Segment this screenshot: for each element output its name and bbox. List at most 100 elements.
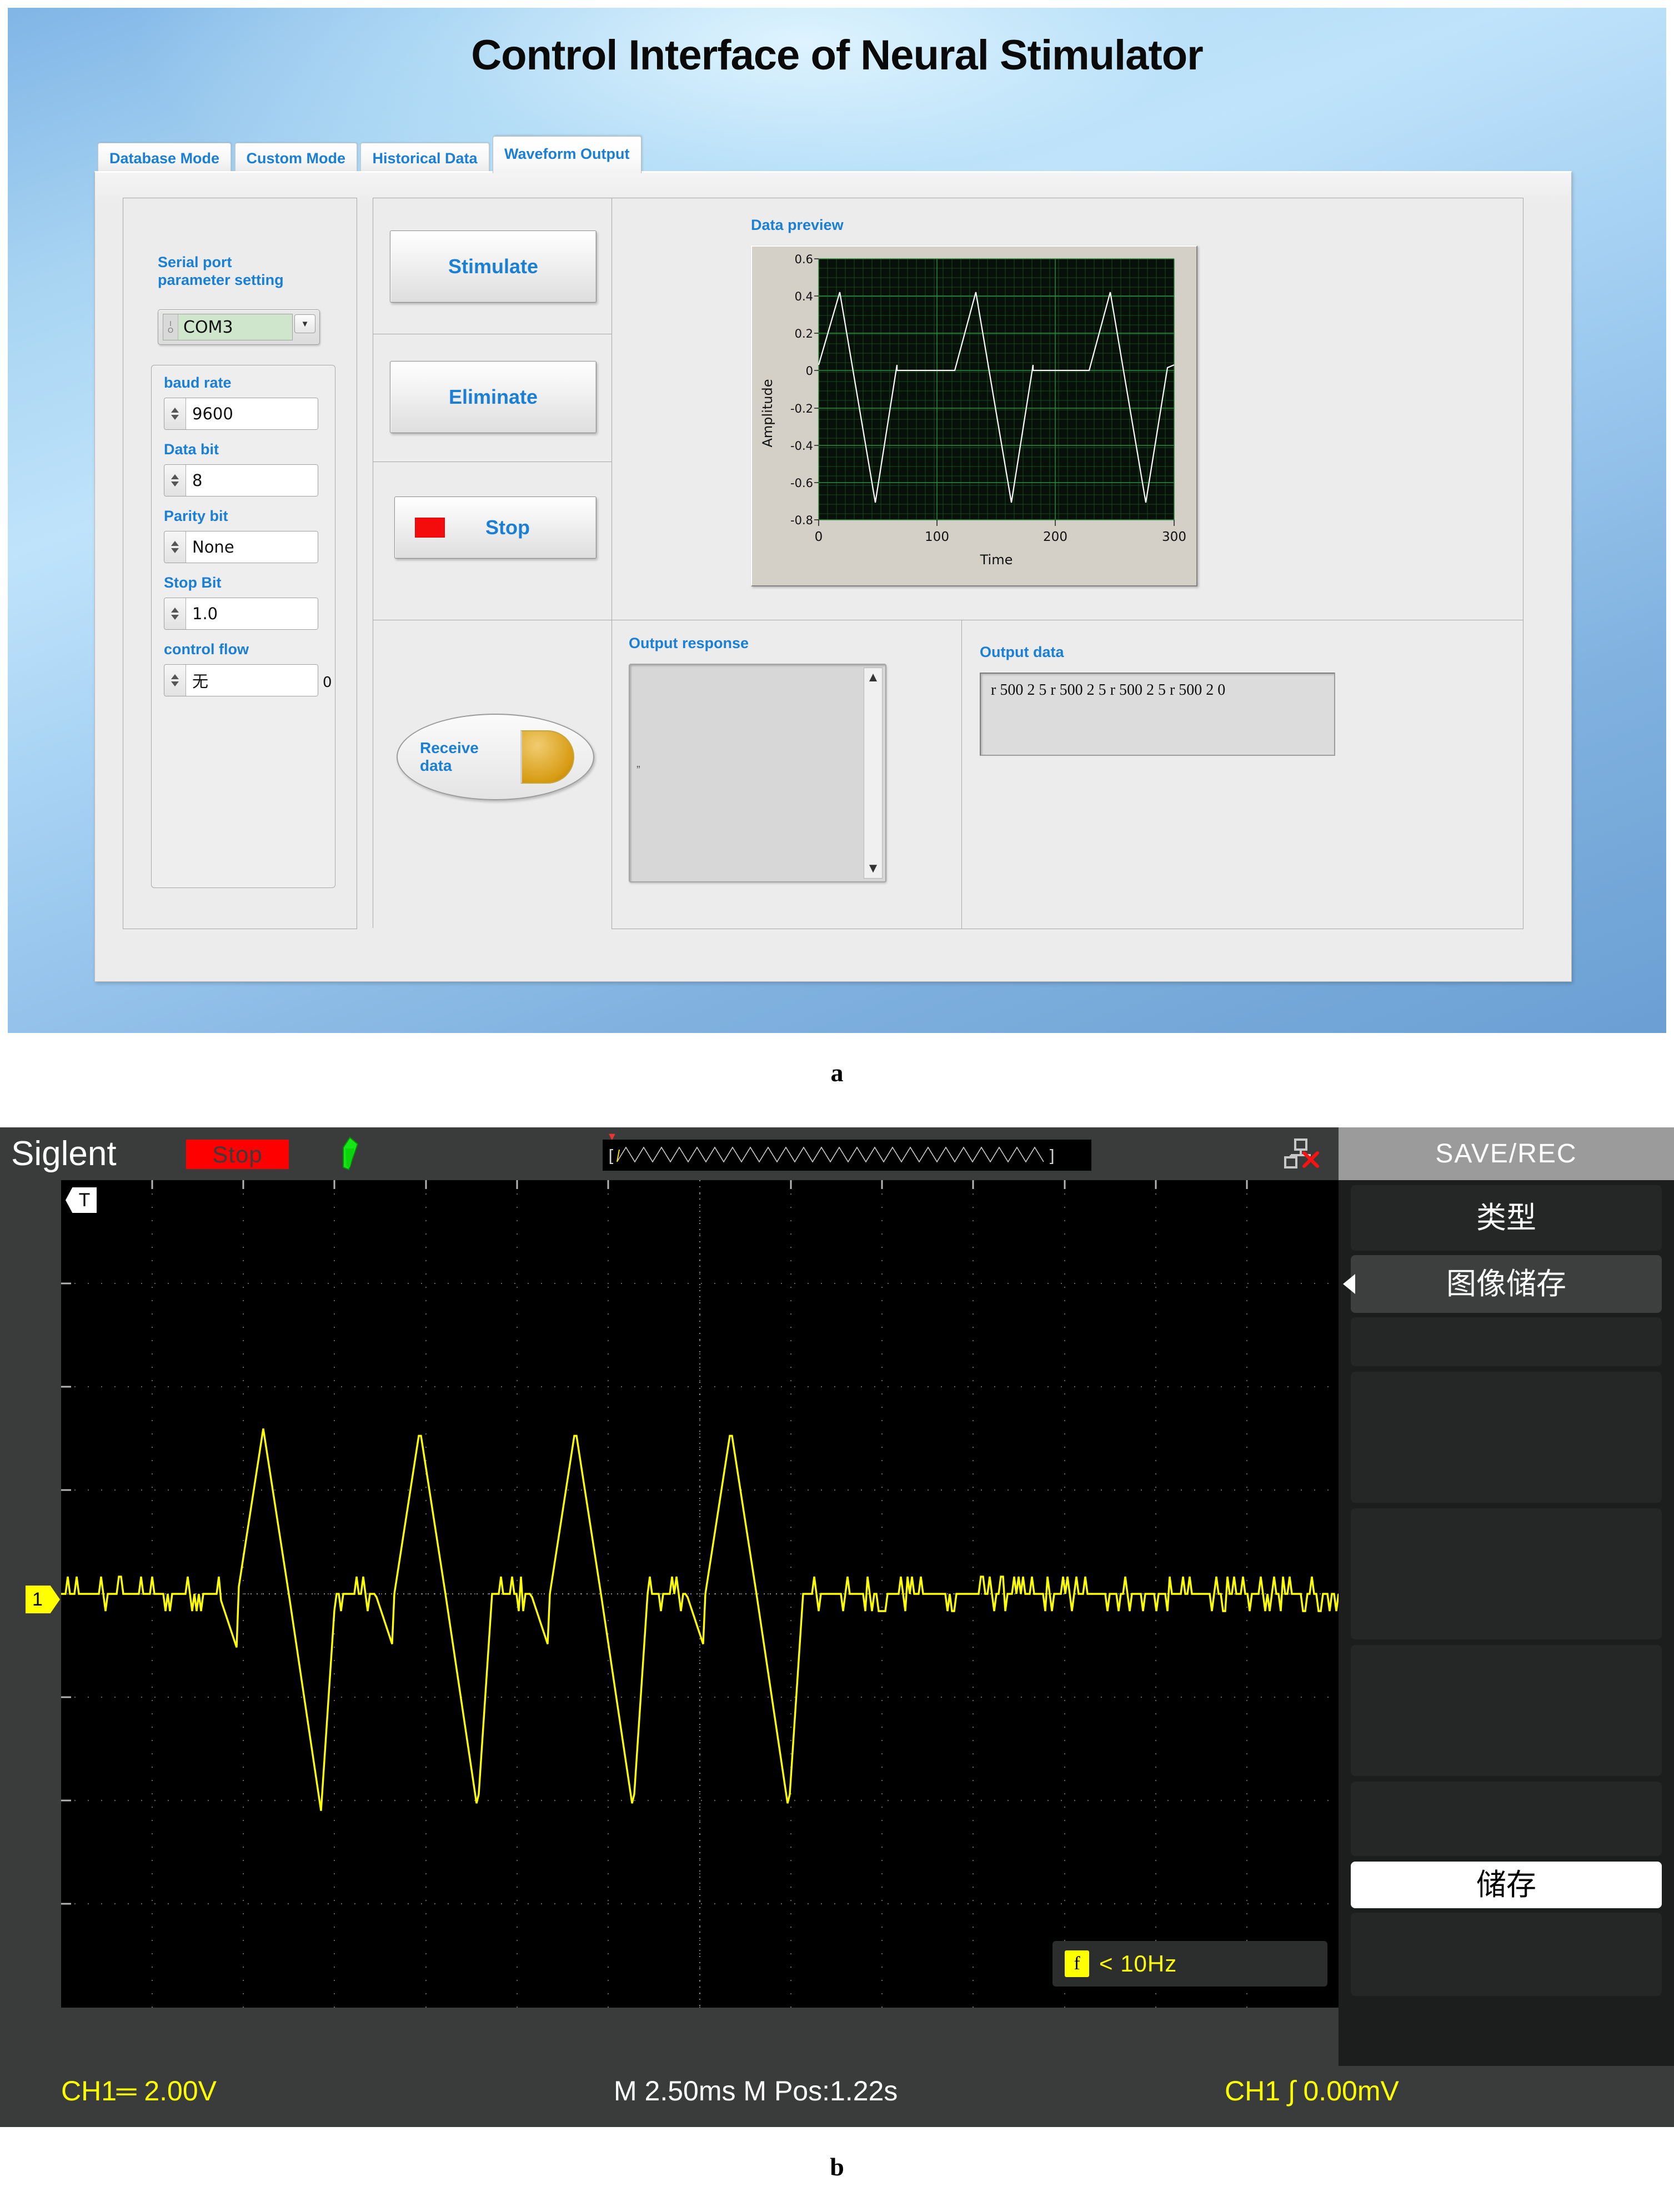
menu-item-save-button[interactable]: 储存 [1351, 1862, 1662, 1908]
tab-database-mode[interactable]: Database Mode [98, 143, 231, 173]
frequency-value: < 10Hz [1099, 1950, 1177, 1977]
trigger-preview-window: [ ] [603, 1140, 1091, 1171]
svg-text:Time: Time [980, 552, 1013, 568]
svg-text:0: 0 [806, 364, 813, 378]
labview-front-panel: Control Interface of Neural Stimulator D… [0, 0, 1674, 1033]
svg-text:0.6: 0.6 [795, 253, 813, 266]
control-flow-indicator: 0 [323, 674, 332, 691]
stop-led-indicator [415, 518, 445, 538]
receive-data-knob-icon[interactable] [520, 730, 574, 784]
svg-text:200: 200 [1043, 530, 1067, 544]
menu-item-slot-3[interactable] [1351, 1317, 1662, 1366]
tab-bar: Database Mode Custom Mode Historical Dat… [98, 136, 643, 175]
menu-item-slot-4[interactable] [1351, 1372, 1662, 1503]
channel-1-marker[interactable]: 1 [26, 1586, 60, 1613]
chevron-down-icon[interactable]: ▼ [294, 314, 315, 333]
output-data-group: Output data r 500 2 5 r 500 2 5 r 500 2 … [961, 620, 1523, 929]
stop-bit-stepper[interactable]: 1.0 [164, 598, 318, 630]
svg-text:100: 100 [925, 530, 949, 544]
output-data-label: Output data [980, 644, 1064, 661]
parity-bit-stepper[interactable]: None [164, 531, 318, 563]
com-port-value: COM3 [178, 318, 233, 337]
com-port-field[interactable]: IO COM3 [163, 314, 293, 340]
menu-item-save-label: 储存 [1351, 1870, 1662, 1900]
scope-trace-svg [61, 1180, 1339, 2008]
data-preview-group: Data preview [612, 198, 1523, 621]
menu-item-slot-6[interactable] [1351, 1645, 1662, 1776]
svg-text:0.2: 0.2 [795, 327, 813, 340]
com-port-combo[interactable]: IO COM3 ▼ [158, 309, 320, 345]
figure-caption-b: b [0, 2152, 1674, 2181]
tab-custom-mode[interactable]: Custom Mode [235, 143, 358, 173]
svg-text:300: 300 [1162, 530, 1186, 544]
svg-text:-0.2: -0.2 [790, 402, 813, 415]
parity-bit-value: None [186, 531, 318, 563]
svg-text:0.4: 0.4 [795, 290, 813, 303]
svg-text:Amplitude: Amplitude [760, 379, 775, 448]
serial-params-group: baud rate 9600 Data bit 8 Parity bit Non… [151, 365, 335, 888]
data-bit-stepper[interactable]: 8 [164, 464, 318, 496]
stop-button[interactable]: Stop [394, 496, 597, 559]
control-flow-spin-icon[interactable] [164, 665, 186, 696]
stimulate-button[interactable]: Stimulate [390, 230, 597, 303]
caret-up-icon[interactable]: ▲ [866, 671, 880, 684]
control-flow-label: control flow [164, 641, 249, 659]
output-response-scrollbar[interactable]: ▲ ▼ [864, 668, 883, 879]
menu-item-slot-5[interactable] [1351, 1508, 1662, 1639]
data-preview-label: Data preview [751, 217, 844, 234]
scope-status-bar: CH1═ 2.00V M 2.50ms M Pos:1.22s CH1 ∫ 0.… [0, 2066, 1674, 2127]
stop-bit-value: 1.0 [186, 598, 318, 629]
trigger-level-readout: CH1 ∫ 0.00mV [1225, 2075, 1399, 2107]
output-response-textbox[interactable]: ” ▲ ▼ [629, 664, 886, 882]
svg-text:0: 0 [815, 530, 823, 544]
stop-button-label: Stop [445, 516, 596, 539]
run-stop-status-badge[interactable]: Stop [186, 1140, 289, 1169]
frequency-badge: f < 10Hz [1052, 1941, 1327, 1987]
menu-item-slot-7[interactable] [1351, 1782, 1662, 1856]
parity-bit-spin-icon[interactable] [164, 531, 186, 563]
control-flow-stepper[interactable]: 无 [164, 664, 318, 696]
parity-bit-label: Parity bit [164, 508, 228, 525]
baud-rate-value: 9600 [186, 398, 318, 429]
data-bit-value: 8 [186, 465, 318, 496]
oscilloscope-screen: Siglent Stop ▼ [ ] [0, 1127, 1674, 2127]
menu-item-image-save[interactable]: 图像储存 [1351, 1255, 1662, 1313]
svg-text:-0.6: -0.6 [790, 476, 813, 490]
svg-text:]: ] [1047, 1147, 1057, 1166]
spacer [373, 928, 612, 931]
data-bit-spin-icon[interactable] [164, 465, 186, 496]
tab-waveform-output[interactable]: Waveform Output [493, 136, 641, 173]
figure-caption-a: a [0, 1058, 1674, 1087]
receive-data-control[interactable]: Receive data [397, 714, 594, 800]
caret-down-icon[interactable]: ▼ [866, 862, 880, 875]
scope-brand-label: Siglent [11, 1134, 117, 1173]
channel-1-marker-label: 1 [26, 1586, 60, 1613]
output-response-label: Output response [629, 635, 749, 653]
frequency-chip-icon: f [1065, 1950, 1089, 1977]
scope-waveform-grid [61, 1180, 1339, 2008]
selection-arrow-icon [1343, 1274, 1355, 1294]
menu-item-image-save-label: 图像储存 [1351, 1269, 1662, 1299]
control-flow-value: 无 [186, 665, 318, 696]
data-bit-label: Data bit [164, 441, 219, 459]
tab-historical-data[interactable]: Historical Data [360, 143, 489, 173]
menu-title: SAVE/REC [1339, 1127, 1674, 1180]
receive-data-label: Receive data [398, 739, 479, 775]
tab-content-panel: Serial port parameter setting IO COM3 ▼ … [94, 171, 1572, 982]
output-response-group: Output response ” ▲ ▼ [612, 620, 963, 929]
pen-icon [333, 1135, 372, 1174]
baud-rate-spin-icon[interactable] [164, 398, 186, 429]
data-preview-svg: 0.60.4 0.20 -0.2-0.4 -0.6-0.8 [752, 247, 1196, 585]
stop-bit-spin-icon[interactable] [164, 598, 186, 629]
menu-item-slot-9[interactable] [1351, 1913, 1662, 1996]
baud-rate-stepper[interactable]: 9600 [164, 398, 318, 430]
eliminate-button[interactable]: Eliminate [390, 361, 597, 433]
stop-bit-label: Stop Bit [164, 574, 221, 592]
menu-item-type[interactable]: 类型 [1351, 1185, 1662, 1251]
svg-text:[: [ [606, 1147, 616, 1166]
serial-port-group: Serial port parameter setting IO COM3 ▼ … [123, 198, 357, 929]
receive-data-group: Receive data [373, 620, 613, 929]
serial-port-group-label: Serial port parameter setting [158, 254, 341, 289]
io-glyph-icon: IO [163, 314, 178, 340]
svg-text:-0.8: -0.8 [790, 514, 813, 527]
